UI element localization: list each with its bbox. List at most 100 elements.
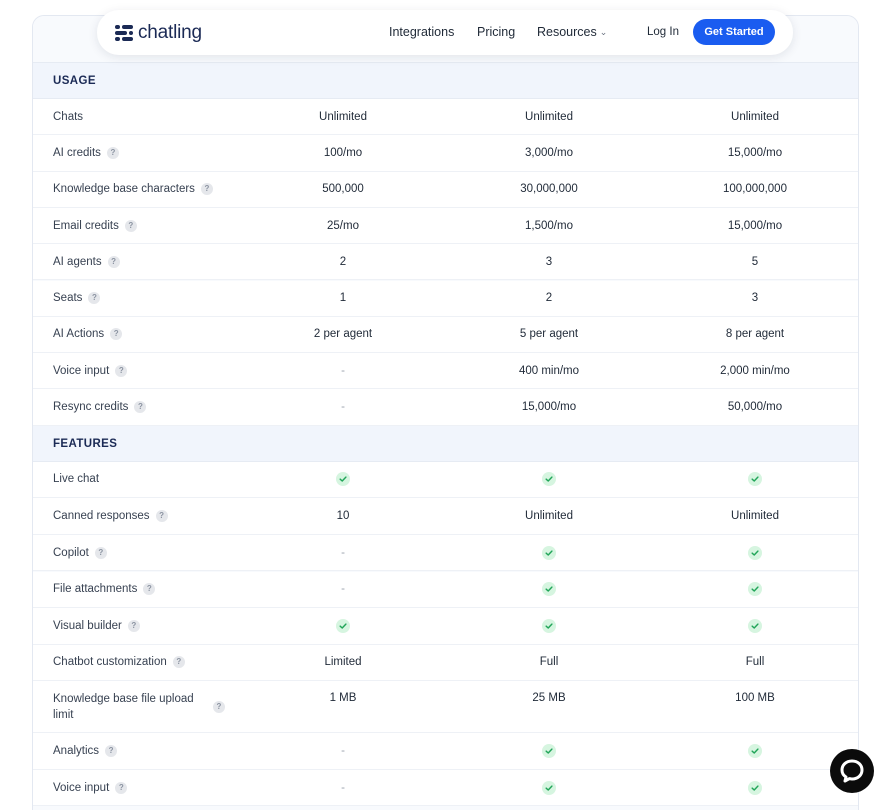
cell-text: 100,000,000 [723, 183, 787, 196]
row-label: Visual builder? [53, 608, 140, 644]
cell-text: 400 min/mo [518, 364, 580, 377]
check-icon [542, 618, 556, 633]
help-icon[interactable]: ? [107, 255, 120, 268]
help-icon[interactable]: ? [110, 328, 123, 341]
row-label: Canned responses? [53, 498, 168, 534]
cell-value: 400 min/mo [459, 353, 639, 388]
cell-value: 500,000 [253, 172, 433, 207]
cell-text: 15,000/mo [521, 401, 577, 414]
row-label: Voice input? [53, 770, 128, 806]
brand-logo[interactable]: chatling [115, 22, 202, 44]
cell-value: 100/mo [253, 135, 433, 170]
row-label: Live chat [53, 462, 99, 498]
row-label: Copilot? [53, 535, 107, 571]
table-row: AI agents? 2 3 5 [33, 244, 858, 281]
check-icon [336, 472, 350, 487]
cell-check [253, 608, 433, 644]
cell-text: 15,000/mo [727, 146, 783, 159]
row-label: Analytics? [53, 733, 118, 769]
help-icon[interactable]: ? [115, 781, 128, 794]
cell-text: 2 per agent [313, 328, 373, 341]
help-icon[interactable]: ? [200, 183, 213, 196]
nav-integrations-link[interactable]: Integrations [389, 25, 454, 39]
cell-check [665, 535, 845, 571]
help-icon[interactable]: ? [124, 219, 137, 232]
row-label-text: Visual builder [53, 619, 122, 632]
help-icon[interactable]: ? [172, 656, 185, 669]
cell-text: - [341, 781, 345, 794]
cell-check [665, 608, 845, 644]
cell-text: 8 per agent [725, 328, 785, 341]
table-row: Email credits? 25/mo 1,500/mo 15,000/mo [33, 207, 858, 245]
check-icon [542, 472, 556, 487]
cell-dash: - [253, 535, 433, 571]
cell-text: 1 MB [329, 692, 357, 705]
cell-dash: - [253, 770, 433, 806]
table-row: Knowledge base characters? 500,000 30,000,… [33, 171, 858, 208]
row-label-text: Voice input [53, 781, 110, 794]
cell-value: 2 [459, 281, 639, 316]
login-link[interactable]: Log In [647, 26, 679, 38]
table-row: AI credits? 100/mo 3,000/mo 15,000/mo [33, 135, 858, 172]
chat-widget-button[interactable] [830, 749, 874, 793]
nav-resources-label: Resources [537, 25, 597, 39]
help-icon[interactable]: ? [127, 619, 140, 632]
row-label-text: Knowledge base file upload limit [53, 693, 194, 722]
row-label: Chats [53, 99, 83, 134]
row-label-text: Chatbot customization [53, 656, 167, 669]
cell-value: 10 [253, 498, 433, 534]
get-started-button[interactable]: Get Started [693, 19, 775, 45]
row-label: AI credits? [53, 135, 119, 170]
row-label-text: Knowledge base characters [53, 183, 195, 196]
cell-check [665, 462, 845, 498]
row-label-text: AI credits [53, 146, 101, 159]
table-row: Chatbot customization? Limited Full Full [33, 644, 858, 682]
cell-check [459, 535, 639, 571]
cell-text: 10 [336, 510, 350, 523]
help-icon[interactable]: ? [106, 146, 119, 159]
cell-text: 50,000/mo [727, 401, 783, 414]
help-icon[interactable]: ? [213, 701, 225, 714]
row-label: Chatbot customization? [53, 645, 185, 681]
check-icon [542, 582, 556, 597]
cell-value: 1,500/mo [459, 208, 639, 243]
check-icon [542, 545, 556, 560]
row-label: AI Actions? [53, 317, 123, 352]
row-label-text: AI agents [53, 255, 102, 268]
help-icon[interactable]: ? [155, 510, 168, 523]
nav-pricing-link[interactable]: Pricing [477, 25, 515, 39]
cell-text: 5 per agent [519, 328, 579, 341]
row-label: Resync credits? [53, 389, 147, 424]
cell-text: Unlimited [731, 510, 779, 523]
cell-text: Limited [324, 656, 362, 669]
help-icon[interactable]: ? [88, 292, 101, 305]
help-icon[interactable]: ? [115, 364, 128, 377]
cell-value: 3 [459, 244, 639, 279]
cell-text: Unlimited [525, 510, 573, 523]
nav-resources-dropdown[interactable]: Resources ⌄ [537, 25, 607, 39]
row-label-text: Voice input [53, 364, 110, 377]
cell-value: 15,000/mo [665, 135, 845, 170]
table-row: AI Actions? 2 per agent 5 per agent 8 per a… [33, 316, 858, 354]
cell-dash: - [253, 353, 433, 388]
row-label: Knowledge base file upload limit? [53, 691, 225, 723]
row-label: Seats? [53, 281, 101, 316]
help-icon[interactable]: ? [143, 583, 156, 596]
cell-value: 1 MB [253, 681, 433, 732]
cell-check [459, 572, 639, 608]
pricing-comparison-table: USAGE Chats Unlimited Unlimited Unlimited AI … [32, 15, 859, 810]
row-label-text: Chats [53, 110, 84, 123]
brand-name: chatling [138, 22, 202, 43]
cell-check [459, 462, 639, 498]
help-icon[interactable]: ? [105, 745, 118, 758]
section-heading-usage: USAGE [33, 63, 858, 99]
cell-text: - [341, 583, 345, 596]
cell-value: 100,000,000 [665, 172, 845, 207]
cell-text: 2 [339, 255, 347, 268]
help-icon[interactable]: ? [94, 546, 107, 559]
chat-bubble-icon [840, 759, 864, 783]
cell-value: Unlimited [253, 99, 433, 134]
check-icon [748, 545, 762, 560]
logo-icon [115, 24, 133, 42]
help-icon[interactable]: ? [134, 401, 147, 414]
